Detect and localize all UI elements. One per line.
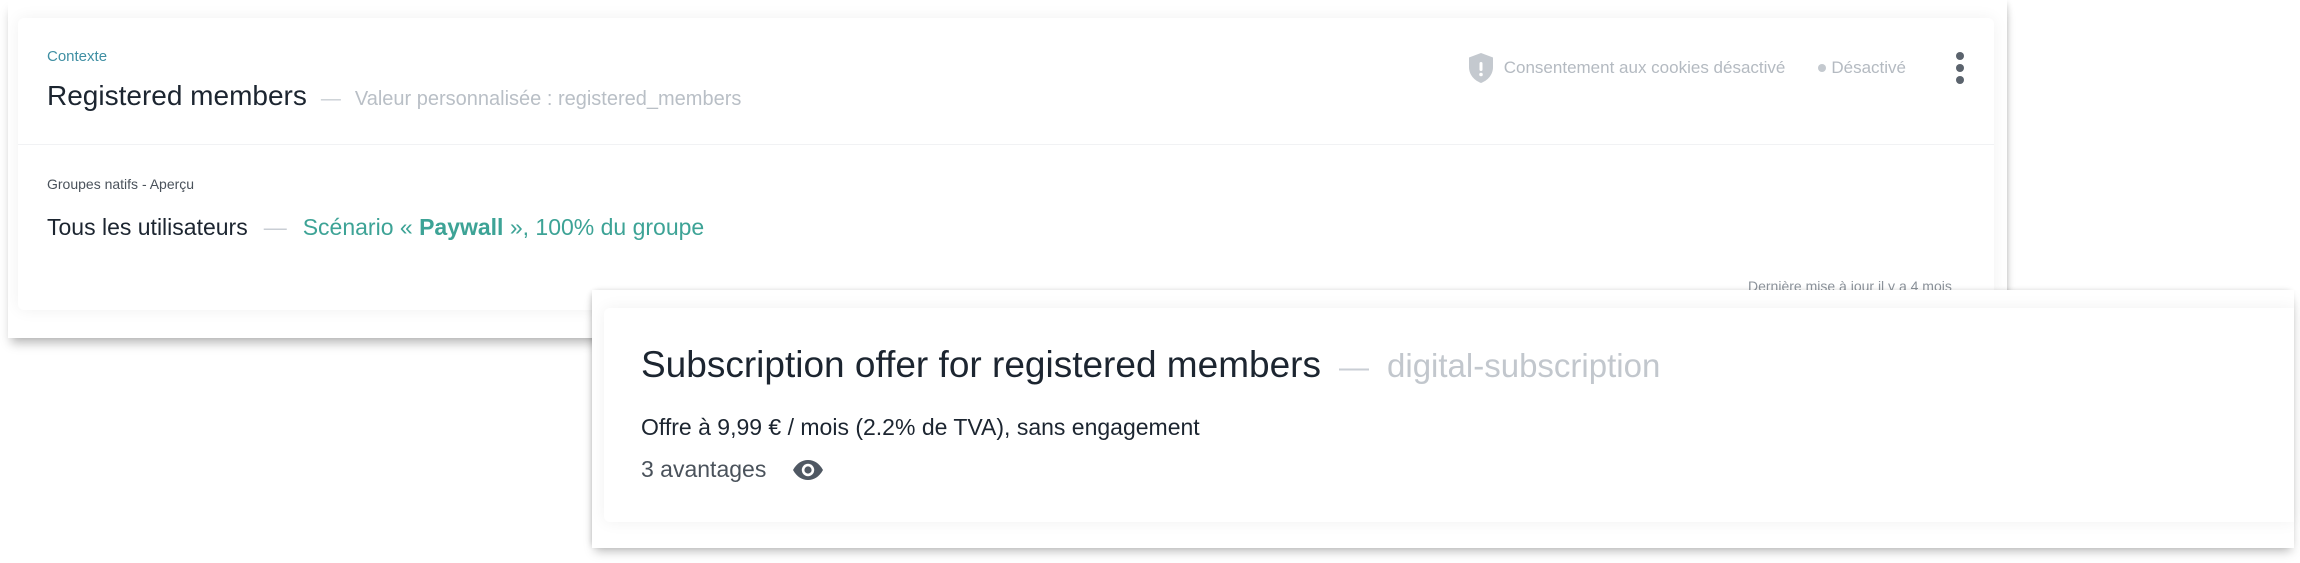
status-badge: Désactivé [1818, 58, 1906, 78]
segment-card-header: Contexte Registered members — Valeur per… [18, 18, 1994, 145]
status-label: Désactivé [1831, 58, 1906, 77]
offer-slug: digital-subscription [1387, 347, 1661, 384]
eye-icon[interactable] [792, 459, 824, 481]
kebab-menu-icon[interactable] [1954, 52, 1966, 84]
scenario-name: Paywall [419, 214, 504, 240]
shield-icon [1468, 52, 1494, 84]
group-name: Tous les utilisateurs [47, 214, 248, 240]
custom-value: Valeur personnalisée : registered_member… [354, 88, 742, 110]
benefits-row: 3 avantages [641, 456, 824, 483]
offer-card: Subscription offer for registered member… [604, 308, 2294, 522]
status-dot-icon [1818, 64, 1827, 72]
offer-description: Offre à 9,99 € / mois (2.2% de TVA), san… [641, 414, 1200, 440]
cookie-consent-status: Consentement aux cookies désactivé [1503, 58, 1786, 77]
scenario-prefix: Scénario « [302, 214, 420, 240]
context-label: Contexte [47, 48, 108, 65]
groups-label: Groupes natifs - Aperçu [47, 176, 195, 192]
offer-title: Subscription offer for registered member… [641, 344, 1322, 385]
scenario-link[interactable]: Scénario « Paywall », 100% du groupe [303, 214, 705, 241]
segment-title: Registered members [47, 80, 307, 111]
segment-title-row: Registered members — Valeur personnalisé… [47, 80, 741, 112]
offer-title-separator: — [1339, 351, 1370, 384]
segment-card-frame: Contexte Registered members — Valeur per… [8, 0, 2007, 338]
offer-card-frame: Subscription offer for registered member… [592, 290, 2294, 548]
group-row: Tous les utilisateurs — Scénario « Paywa… [47, 214, 704, 241]
segment-header-actions: Consentement aux cookies désactivé Désac… [1468, 52, 1966, 84]
benefits-count: 3 avantages [641, 456, 767, 482]
offer-title-row: Subscription offer for registered member… [641, 344, 1660, 386]
group-separator: — [263, 214, 287, 240]
scenario-suffix: », 100% du groupe [503, 214, 705, 240]
segment-card: Contexte Registered members — Valeur per… [18, 18, 1994, 310]
title-separator: — [320, 88, 341, 110]
